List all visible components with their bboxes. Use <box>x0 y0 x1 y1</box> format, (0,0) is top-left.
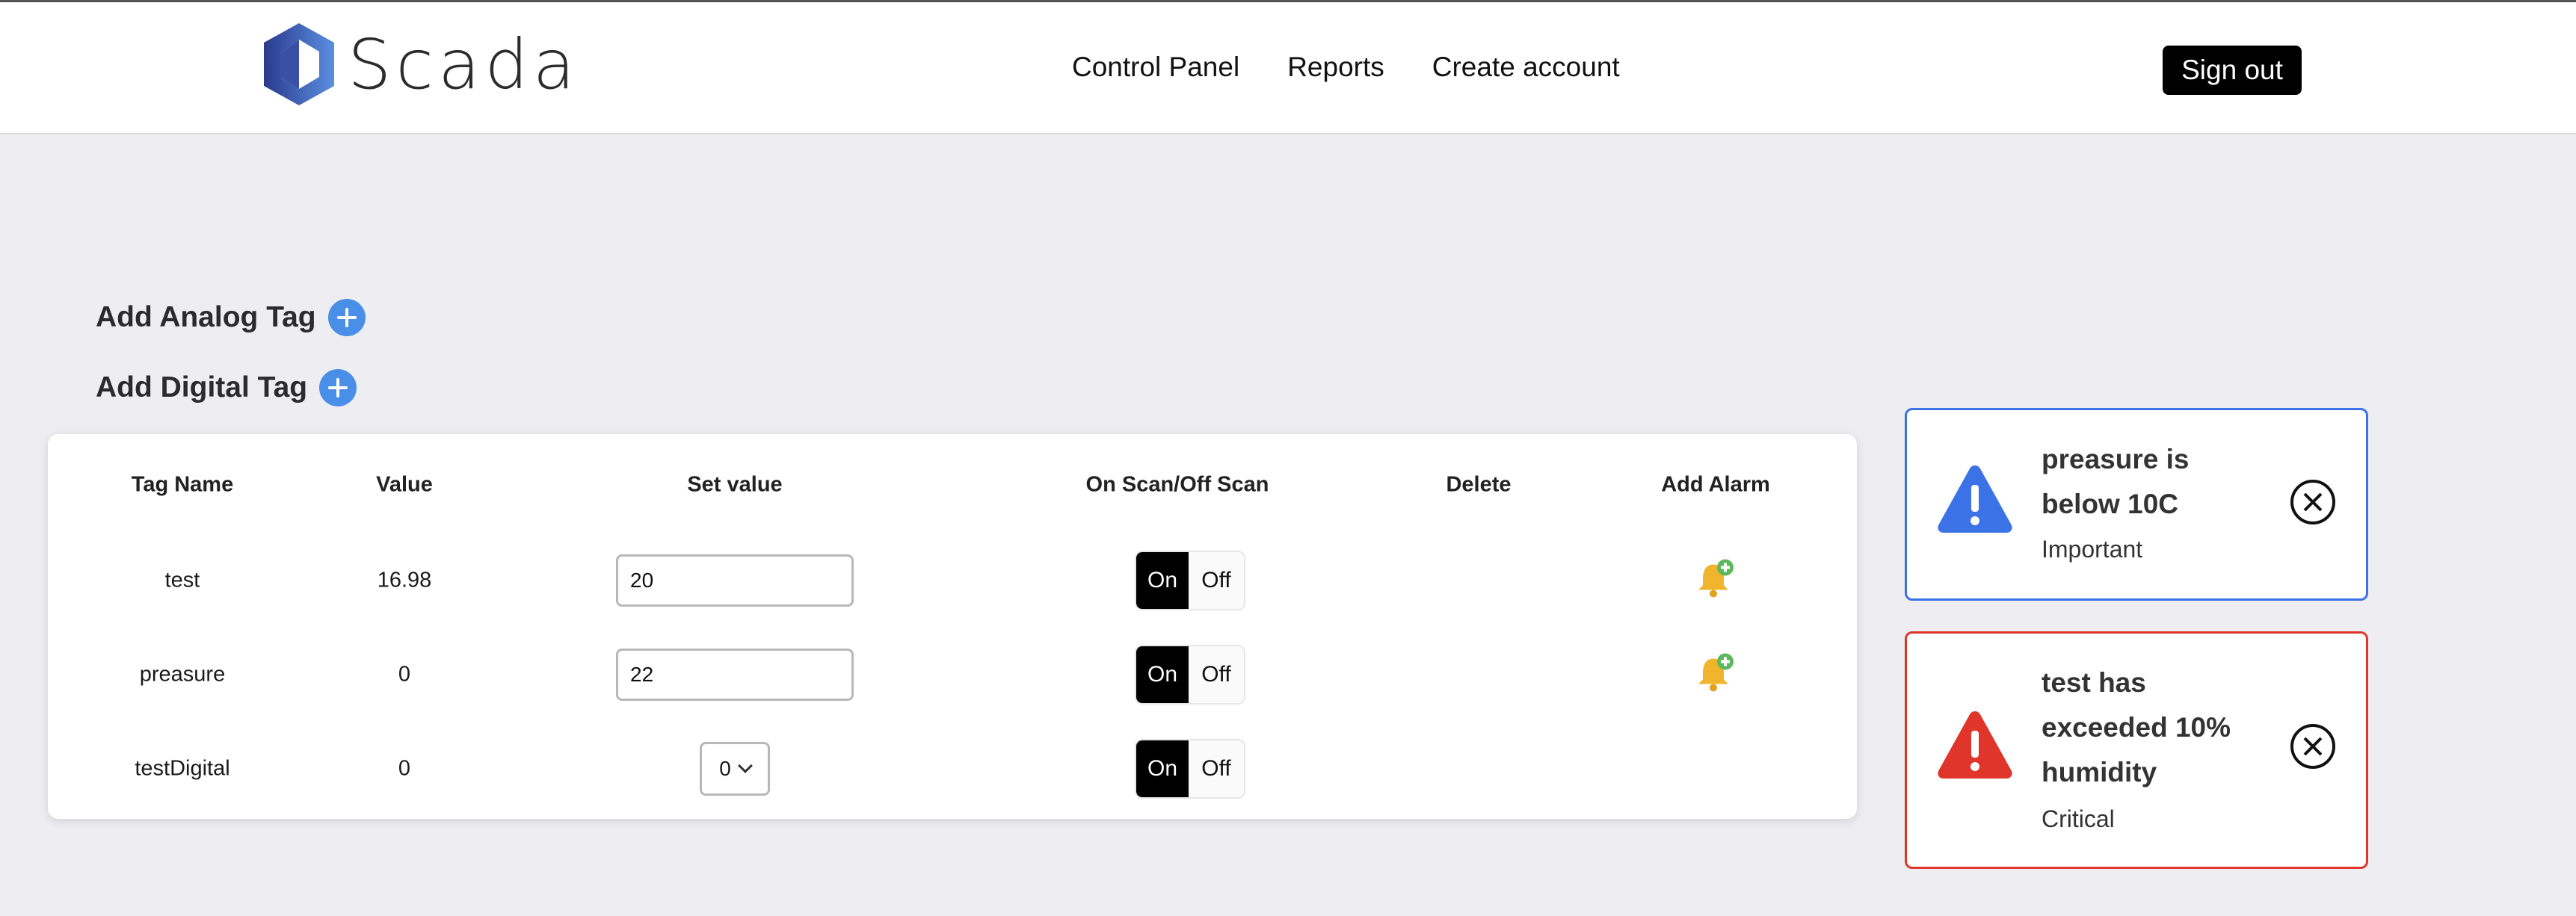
scan-toggle[interactable]: On Off <box>1135 645 1245 705</box>
col-header-delete: Delete <box>1446 472 1512 497</box>
tags-table: Tag Name Value Set value On Scan/Off Sca… <box>48 434 1857 819</box>
add-digital-tag-label: Add Digital Tag <box>96 371 308 403</box>
close-circle-icon[interactable] <box>2290 479 2336 525</box>
on-scan-button[interactable]: On <box>1136 646 1189 703</box>
add-alarm-button[interactable] <box>1694 652 1737 699</box>
select-value: 0 <box>719 757 731 780</box>
warning-icon <box>1938 711 2012 779</box>
bell-add-icon <box>1698 653 1734 692</box>
alarm-card-important: preasure is below 10C Important <box>1905 408 2368 601</box>
tag-value: 16.98 <box>377 568 432 592</box>
alarm-card-critical: test has exceeded 10% humidity Critical <box>1905 631 2368 869</box>
set-value-input[interactable] <box>616 649 854 701</box>
alarm-message: preasure is below 10C <box>2042 444 2190 519</box>
set-value-select[interactable]: 0 <box>700 742 770 796</box>
top-navbar: Scada Control Panel Reports Create accou… <box>0 2 2576 134</box>
on-scan-button[interactable]: On <box>1136 552 1189 609</box>
logo[interactable]: Scada <box>258 20 579 110</box>
col-header-tag-name: Tag Name <box>131 472 234 497</box>
col-header-add-alarm: Add Alarm <box>1661 472 1770 497</box>
off-scan-button[interactable]: Off <box>1189 740 1244 797</box>
tag-value: 0 <box>398 756 411 781</box>
chevron-down-icon <box>737 758 753 773</box>
close-circle-icon[interactable] <box>2290 723 2336 770</box>
add-digital-tag[interactable]: Add Digital Tag <box>96 369 357 406</box>
main-nav: Control Panel Reports Create account <box>1072 52 1620 83</box>
bell-add-icon <box>1698 559 1734 598</box>
plus-icon[interactable] <box>327 299 366 336</box>
alarm-severity: Important <box>2042 536 2143 563</box>
col-header-set-value: Set value <box>687 472 783 497</box>
scan-toggle[interactable]: On Off <box>1135 551 1245 610</box>
tag-value: 0 <box>398 662 411 687</box>
scan-toggle[interactable]: On Off <box>1135 739 1245 799</box>
col-header-scan: On Scan/Off Scan <box>1085 472 1269 497</box>
add-alarm-button[interactable] <box>1694 557 1737 604</box>
logo-text: Scada <box>348 25 580 105</box>
col-header-value: Value <box>376 472 433 497</box>
sign-out-button[interactable]: Sign out <box>2163 46 2302 95</box>
set-value-input[interactable] <box>616 554 854 607</box>
nav-create-account[interactable]: Create account <box>1432 52 1620 83</box>
tag-name: test <box>164 568 200 592</box>
off-scan-button[interactable]: Off <box>1189 552 1244 609</box>
plus-icon[interactable] <box>319 369 357 406</box>
add-analog-tag-label: Add Analog Tag <box>96 301 316 333</box>
on-scan-button[interactable]: On <box>1136 740 1189 797</box>
tag-name: preasure <box>139 662 226 687</box>
tag-name: testDigital <box>135 756 230 781</box>
off-scan-button[interactable]: Off <box>1189 646 1244 703</box>
nav-control-panel[interactable]: Control Panel <box>1072 52 1239 83</box>
nav-reports[interactable]: Reports <box>1287 52 1384 83</box>
alarm-message: test has exceeded 10% humidity <box>2042 667 2231 787</box>
warning-icon <box>1938 465 2012 533</box>
alarm-severity: Critical <box>2042 805 2115 832</box>
add-analog-tag[interactable]: Add Analog Tag <box>96 299 366 336</box>
scada-logo-icon <box>264 23 334 105</box>
